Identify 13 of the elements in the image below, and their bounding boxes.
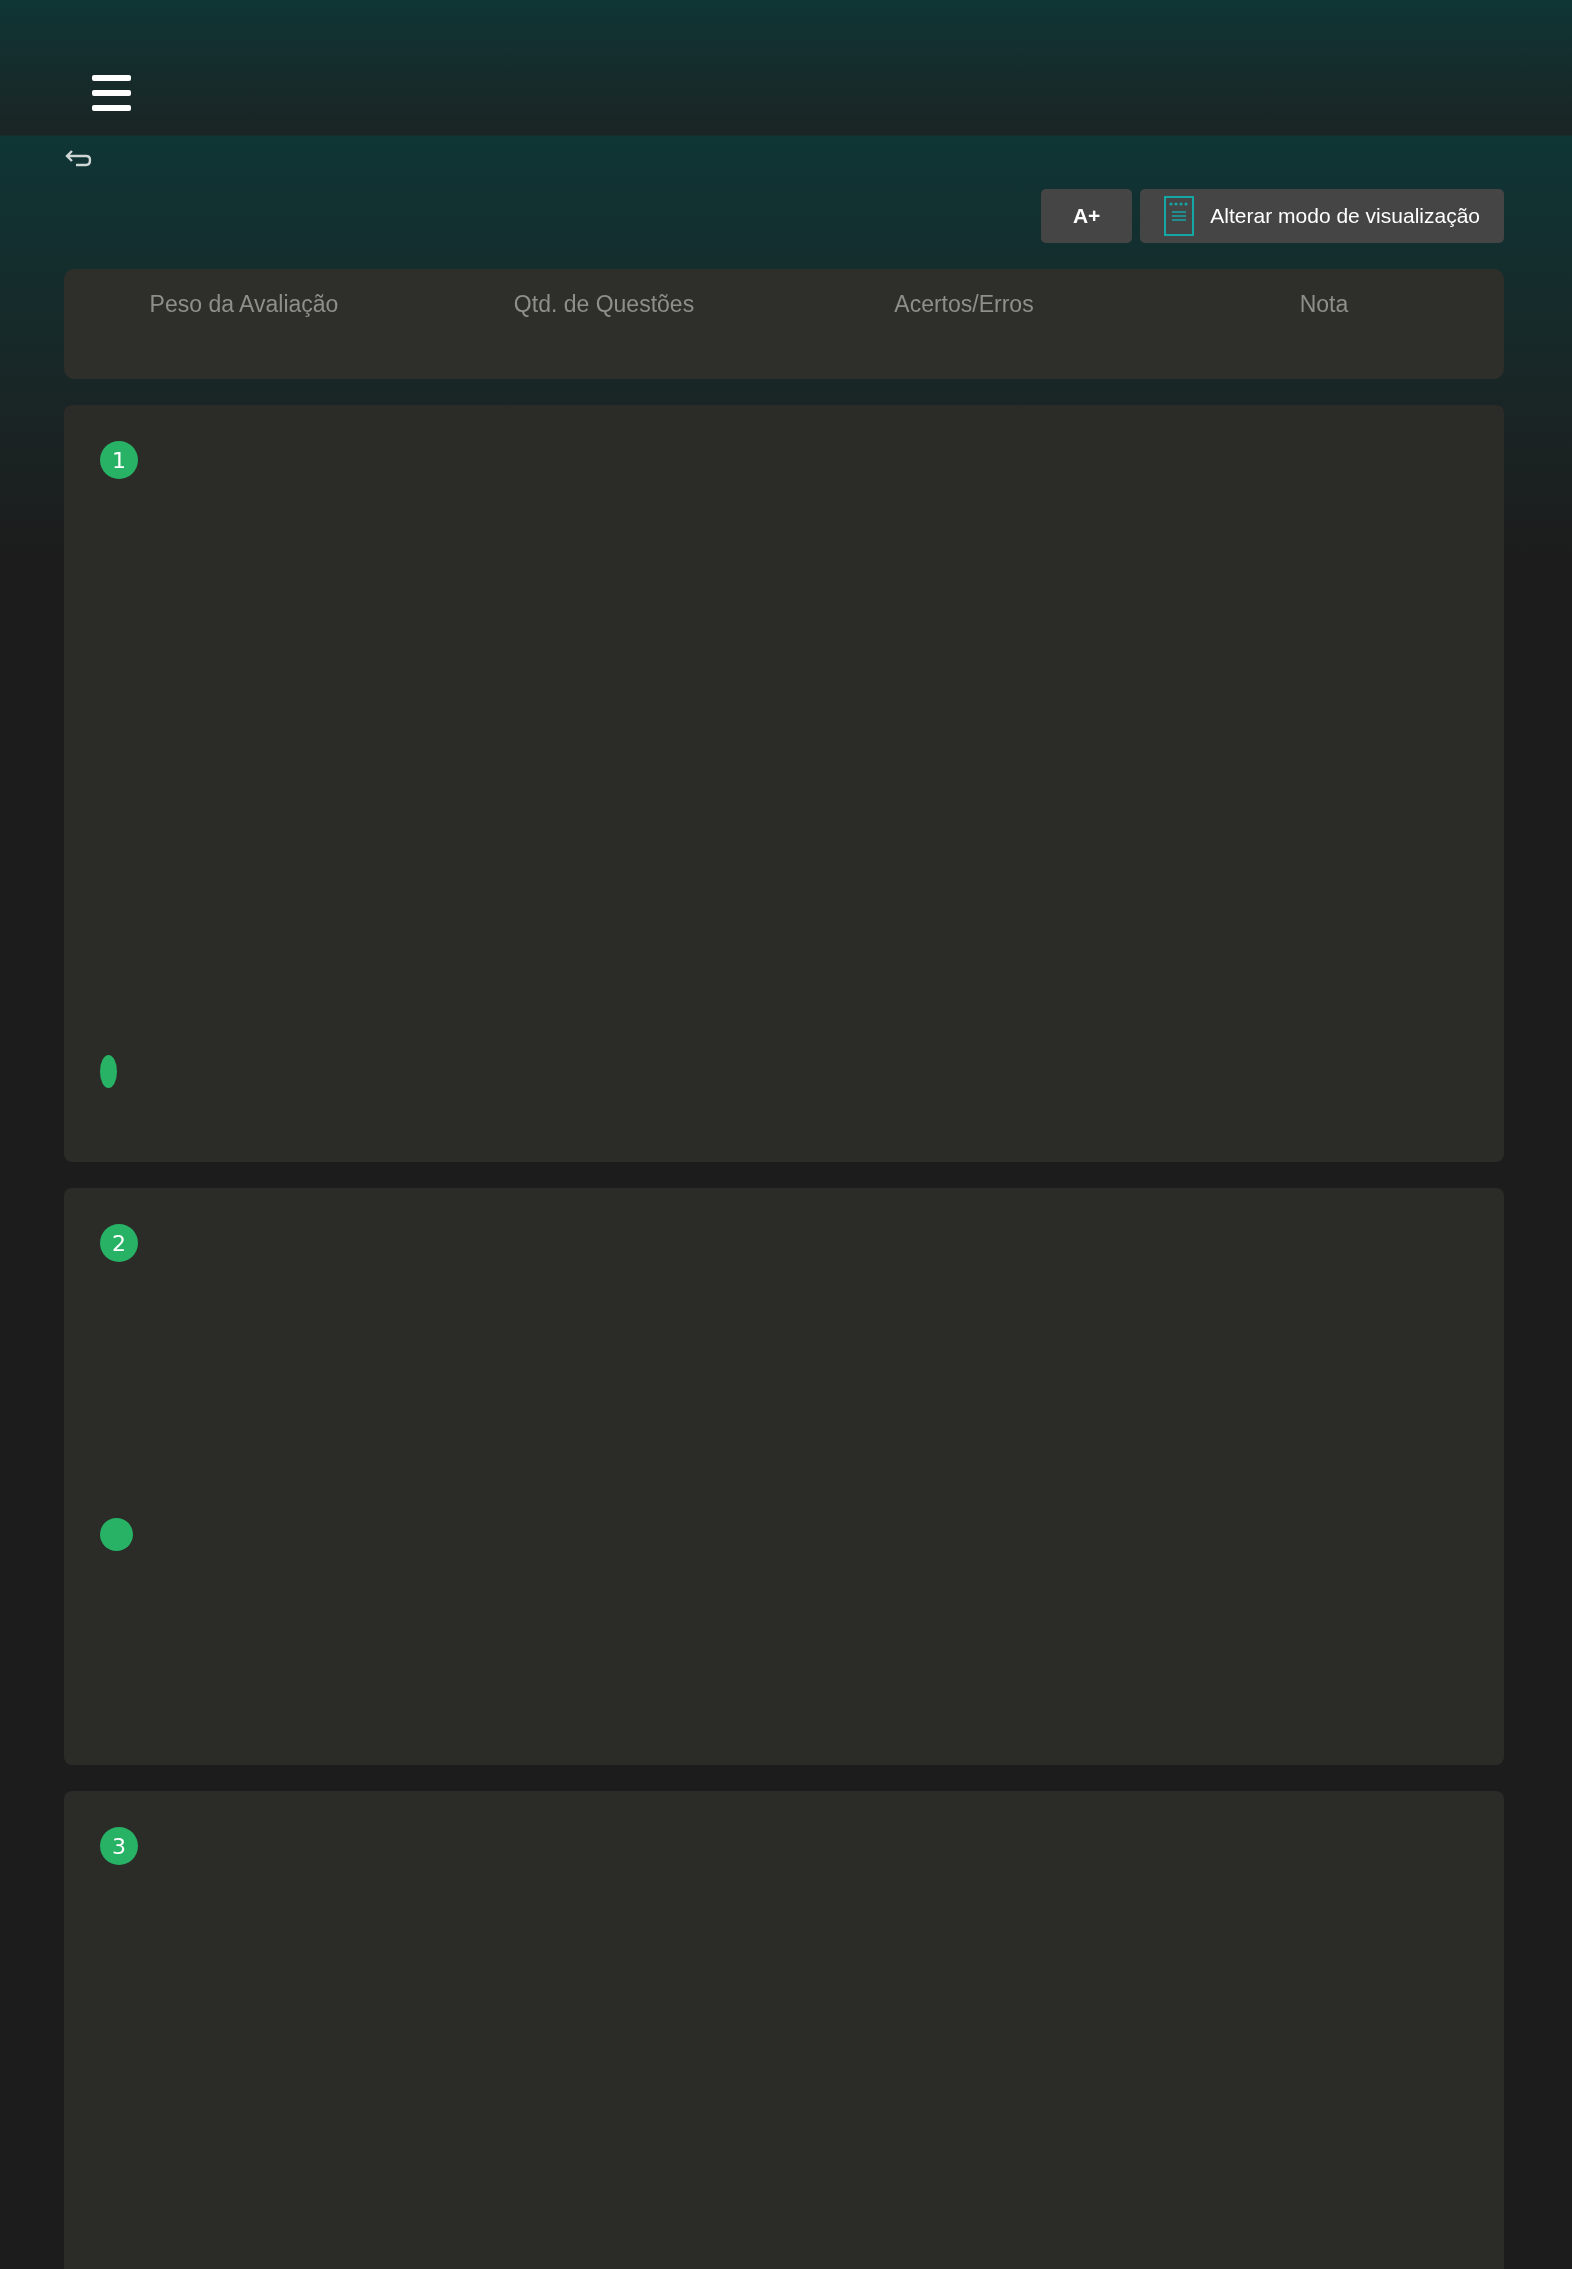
summary-label: Nota [1299,291,1349,318]
view-mode-button[interactable]: Alterar modo de visualização [1140,189,1504,243]
document-icon [1164,196,1195,236]
question-number: 3 [100,1827,138,1865]
progress-marker [100,1518,133,1551]
summary-label: Acertos/Erros [894,291,1034,318]
question-number: 2 [100,1224,138,1262]
menu-icon[interactable] [92,74,131,111]
font-size-button[interactable]: A+ [1040,189,1133,243]
summary-label: Peso da Avaliação [149,291,339,318]
summary-label: Qtd. de Questões [513,291,695,318]
progress-marker [100,1055,117,1088]
question-number: 1 [100,441,138,479]
